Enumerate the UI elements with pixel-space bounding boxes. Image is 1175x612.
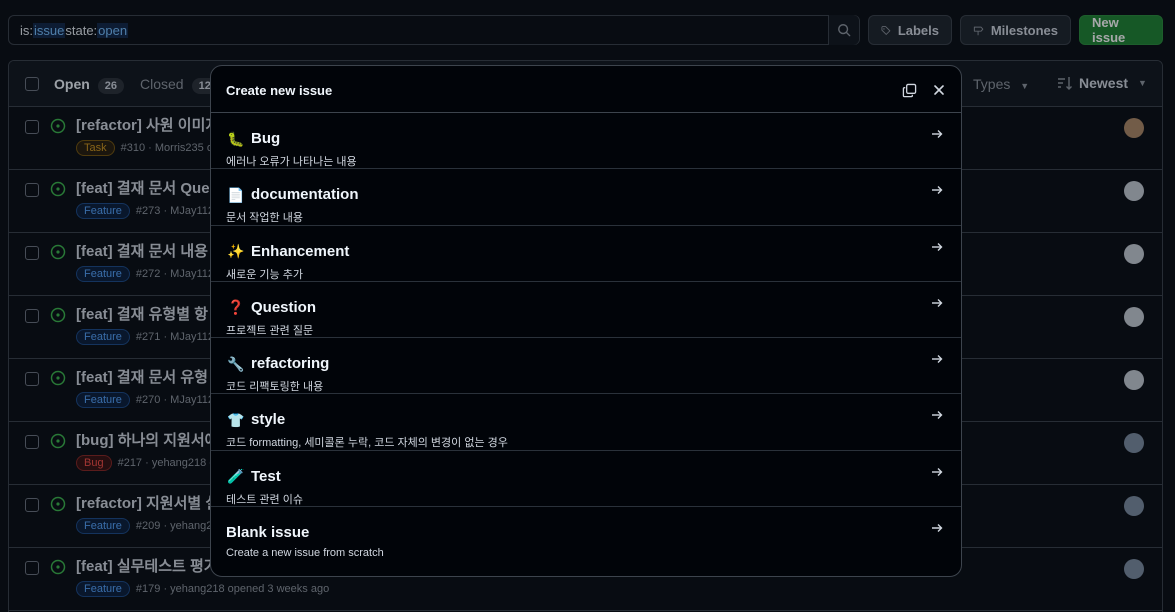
arrow-right-icon bbox=[932, 411, 943, 420]
arrow-right-icon bbox=[932, 130, 943, 138]
template-description: 코드 리팩토링한 내용 bbox=[226, 381, 324, 393]
arrow-right-icon bbox=[932, 242, 943, 251]
template-item[interactable]: 🐛 Bug 에러나 오류가 나타나는 내용 bbox=[211, 113, 961, 170]
template-emoji-icon: ✨ bbox=[227, 243, 245, 259]
template-item[interactable]: 📄 documentation 문서 작업한 내용 bbox=[211, 169, 961, 226]
template-description: 코드 formatting, 세미콜론 누락, 코드 자체의 변경이 없는 경우 bbox=[226, 437, 508, 450]
template-emoji-icon: 📄 bbox=[227, 186, 245, 203]
template-emoji-icon: 🐛 bbox=[227, 130, 245, 147]
template-description: 문서 작업한 내용 bbox=[226, 212, 303, 225]
template-emoji-icon: 👕 bbox=[227, 411, 245, 428]
arrow-right-icon bbox=[932, 467, 943, 476]
create-issue-dialog: Create new issue 🐛 Bug 에러나 오류가 나타나는 내용 📄 doc… bbox=[210, 65, 962, 577]
template-name: Test bbox=[251, 467, 281, 485]
copy-icon bbox=[902, 83, 916, 97]
template-emoji-icon: 🔧 bbox=[227, 355, 245, 372]
arrow-right-icon bbox=[932, 523, 943, 532]
template-emoji-icon: ❓ bbox=[227, 299, 245, 316]
template-item[interactable]: 🧪 Test 테스트 관련 이슈 bbox=[211, 451, 961, 507]
template-list: 🐛 Bug 에러나 오류가 나타나는 내용 📄 documentation 문서 작업한 … bbox=[211, 113, 961, 563]
template-name: Question bbox=[251, 298, 317, 316]
template-name: refactoring bbox=[251, 355, 330, 372]
close-icon bbox=[934, 85, 944, 95]
template-emoji-icon: 🧪 bbox=[227, 468, 245, 484]
template-name: documentation bbox=[251, 186, 359, 204]
arrow-right-icon bbox=[932, 186, 943, 195]
template-item[interactable]: 🔧 refactoring 코드 리팩토링한 내용 bbox=[211, 338, 961, 395]
template-description: 에러나 오류가 나타나는 내용 bbox=[226, 156, 357, 168]
template-name: Bug bbox=[251, 130, 281, 147]
copy-button[interactable] bbox=[899, 80, 919, 100]
template-item[interactable]: ❓ Question 프로젝트 관련 질문 bbox=[211, 282, 961, 338]
template-item[interactable]: ✨ Enhancement 새로운 기능 추가 bbox=[211, 226, 961, 282]
template-name: Blank issue bbox=[226, 523, 310, 541]
template-item[interactable]: 👕 style 코드 formatting, 세미콜론 누락, 코드 자체의 변경이… bbox=[211, 394, 961, 451]
template-description: Create a new issue from scratch bbox=[226, 546, 384, 559]
arrow-right-icon bbox=[932, 298, 943, 307]
dialog-header: Create new issue bbox=[211, 66, 961, 113]
template-description: 프로젝트 관련 질문 bbox=[226, 324, 314, 337]
template-name: style bbox=[251, 411, 286, 429]
arrow-right-icon bbox=[932, 355, 943, 363]
template-name: Enhancement bbox=[251, 242, 350, 260]
dialog-title: Create new issue bbox=[226, 83, 333, 98]
template-description: 테스트 관련 이슈 bbox=[226, 493, 303, 506]
template-description: 새로운 기능 추가 bbox=[226, 268, 303, 281]
template-item[interactable]: Blank issue Create a new issue from scrat… bbox=[211, 507, 961, 563]
close-button[interactable] bbox=[929, 80, 949, 100]
